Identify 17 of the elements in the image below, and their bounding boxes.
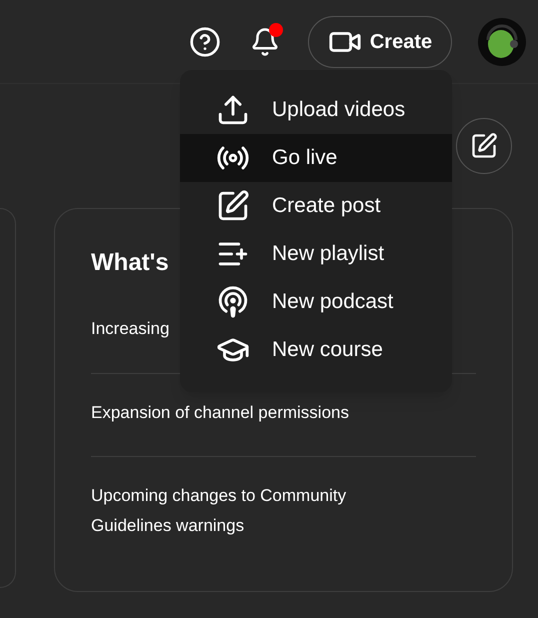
menu-item[interactable]: Upload videos bbox=[180, 86, 452, 134]
menu-item[interactable]: New playlist bbox=[180, 230, 452, 278]
help-icon[interactable] bbox=[188, 24, 222, 58]
pencil-square-icon bbox=[216, 189, 250, 223]
news-link[interactable]: Expansion of channel permissions bbox=[91, 398, 411, 428]
menu-item[interactable]: Go live bbox=[180, 134, 452, 182]
edit-button[interactable] bbox=[456, 118, 512, 174]
upload-icon bbox=[216, 93, 250, 127]
pencil-square-icon bbox=[470, 132, 498, 160]
menu-item[interactable]: New podcast bbox=[180, 278, 452, 326]
avatar[interactable] bbox=[478, 18, 526, 66]
podcast-icon bbox=[216, 285, 250, 319]
menu-item[interactable]: New course bbox=[180, 326, 452, 374]
create-button[interactable]: Create bbox=[308, 16, 452, 68]
card-title: What's bbox=[91, 248, 169, 278]
menu-item[interactable]: Create post bbox=[180, 182, 452, 230]
news-link[interactable]: Upcoming changes to Community Guidelines warnings bbox=[91, 481, 411, 541]
